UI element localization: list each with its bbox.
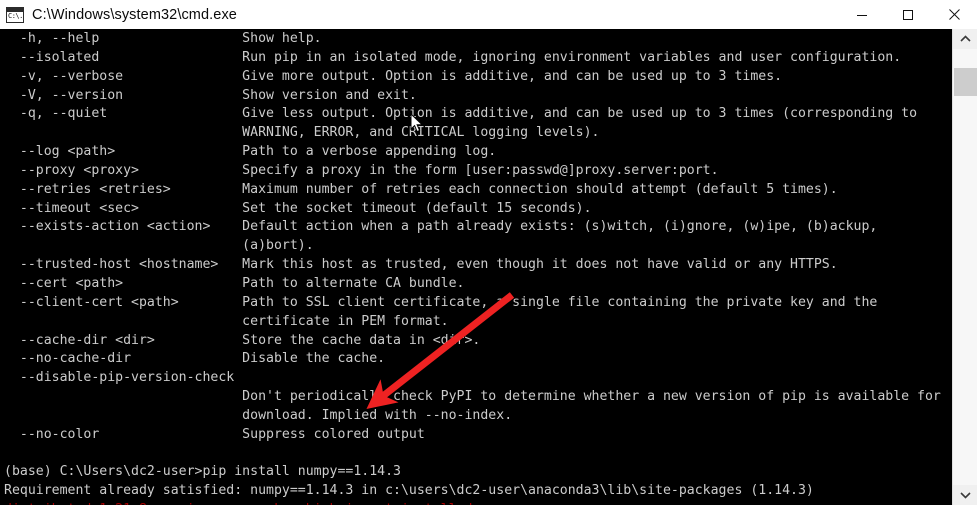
console-line: (base) C:\Users\dc2-user>pip install num… xyxy=(4,464,401,480)
console-line: Requirement already satisfied: numpy==1.… xyxy=(4,483,814,499)
close-icon xyxy=(948,9,960,20)
console-screen[interactable]: -h, --help Show help. --isolated Run pip… xyxy=(0,29,952,505)
console-line: --proxy <proxy> Specify a proxy in the f… xyxy=(4,162,719,178)
console-line: --no-color Suppress colored output xyxy=(4,426,425,442)
cmd-window: C:\. C:\Windows\system32\cmd.exe -h, --h… xyxy=(0,0,977,505)
console-line: --trusted-host <hostname> Mark this host… xyxy=(4,257,838,273)
console-text: -h, --help Show help. --isolated Run pip… xyxy=(4,30,941,505)
chevron-down-icon xyxy=(960,492,971,499)
scrollbar-up-button[interactable] xyxy=(953,29,977,49)
console-scrollbar[interactable] xyxy=(952,29,977,505)
console-line: --isolated Run pip in an isolated mode, … xyxy=(4,49,902,65)
maximize-icon xyxy=(903,9,913,20)
scrollbar-track[interactable] xyxy=(953,49,977,485)
window-controls xyxy=(839,0,977,29)
console-line: (a)bort). xyxy=(4,238,314,254)
cmd-console-icon: C:\. xyxy=(6,6,24,23)
console-line: distributed 1.21.8 requires msgpack, whi… xyxy=(4,501,941,505)
console-line: Don't periodically check PyPI to determi… xyxy=(4,389,941,405)
cmd-icon-prompt-glyph: C:\. xyxy=(8,11,23,20)
console-line: -q, --quiet Give less output. Option is … xyxy=(4,106,918,122)
console-line: --client-cert <path> Path to SSL client … xyxy=(4,294,878,310)
minimize-icon xyxy=(857,14,867,16)
console-line: --no-cache-dir Disable the cache. xyxy=(4,351,386,367)
console-line: -v, --verbose Give more output. Option i… xyxy=(4,68,783,84)
maximize-button[interactable] xyxy=(885,0,931,29)
console-line: --cache-dir <dir> Store the cache data i… xyxy=(4,332,481,348)
close-button[interactable] xyxy=(931,0,977,29)
console-line: -h, --help Show help. xyxy=(4,31,322,46)
window-title: C:\Windows\system32\cmd.exe xyxy=(32,6,237,23)
console-line: download. Implied with --no-index. xyxy=(4,407,513,423)
console-line: --disable-pip-version-check xyxy=(4,370,235,386)
console-line: --log <path> Path to a verbose appending… xyxy=(4,144,497,160)
console-line: --cert <path> Path to alternate CA bundl… xyxy=(4,275,465,291)
title-bar[interactable]: C:\. C:\Windows\system32\cmd.exe xyxy=(0,0,977,30)
minimize-button[interactable] xyxy=(839,0,885,29)
scrollbar-down-button[interactable] xyxy=(953,485,977,505)
console-line: certificate in PEM format. xyxy=(4,313,449,329)
console-line: --exists-action <action> Default action … xyxy=(4,219,878,235)
console-line: --retries <retries> Maximum number of re… xyxy=(4,181,838,197)
console-line: WARNING, ERROR, and CRITICAL logging lev… xyxy=(4,125,600,141)
console-area[interactable]: -h, --help Show help. --isolated Run pip… xyxy=(0,29,977,505)
chevron-up-icon xyxy=(960,35,971,42)
scrollbar-thumb[interactable] xyxy=(954,68,977,96)
console-line: --timeout <sec> Set the socket timeout (… xyxy=(4,200,592,216)
console-line: -V, --version Show version and exit. xyxy=(4,87,417,103)
